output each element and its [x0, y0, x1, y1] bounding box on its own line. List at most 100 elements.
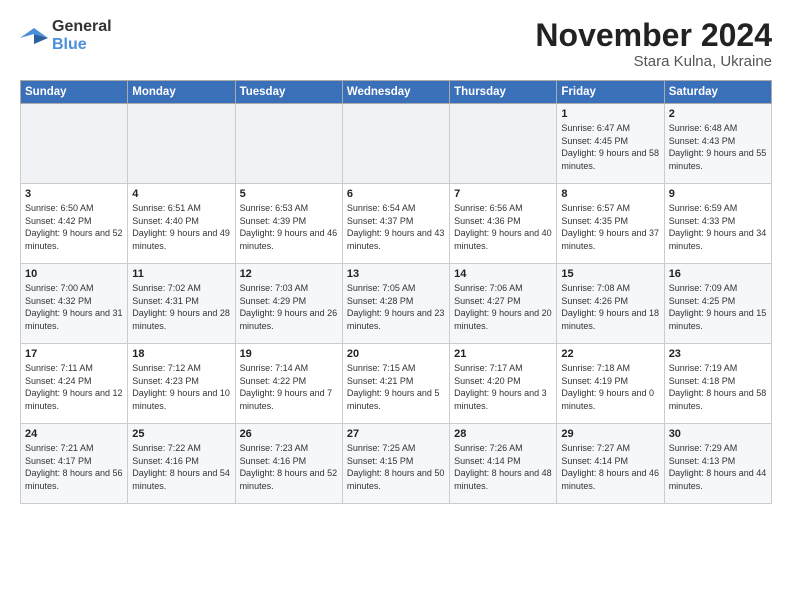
day-number: 17	[25, 348, 123, 360]
calendar-cell: 21 Sunrise: 7:17 AM Sunset: 4:20 PM Dayli…	[450, 344, 557, 424]
header: General Blue November 2024 Stara Kulna, …	[20, 18, 772, 70]
calendar-cell: 20Sunrise: 7:15 AM Sunset: 4:21 PM Dayli…	[342, 344, 449, 424]
day-info: Sunrise: 6:48 AM Sunset: 4:43 PM Dayligh…	[669, 122, 767, 172]
logo: General Blue	[20, 18, 112, 53]
calendar-header: Sunday Monday Tuesday Wednesday Thursday…	[21, 81, 772, 104]
day-info: Sunrise: 6:54 AM Sunset: 4:37 PM Dayligh…	[347, 202, 445, 252]
calendar-week-3: 17 Sunrise: 7:11 AM Sunset: 4:24 PM Dayli…	[21, 344, 772, 424]
day-info: Sunrise: 7:11 AM Sunset: 4:24 PM Dayligh…	[25, 362, 123, 412]
day-info: Sunrise: 7:22 AM Sunset: 4:16 PM Dayligh…	[132, 442, 230, 492]
day-info: Sunrise: 7:23 AM Sunset: 4:16 PM Dayligh…	[240, 442, 338, 492]
header-saturday: Saturday	[664, 81, 771, 104]
day-number: 18	[132, 348, 230, 360]
day-number: 22	[561, 348, 659, 360]
calendar-cell: 17 Sunrise: 7:11 AM Sunset: 4:24 PM Dayli…	[21, 344, 128, 424]
day-info: Sunrise: 7:18 AM Sunset: 4:19 PM Dayligh…	[561, 362, 659, 412]
day-number: 9	[669, 188, 767, 200]
calendar-cell: 2 Sunrise: 6:48 AM Sunset: 4:43 PM Daylig…	[664, 104, 771, 184]
day-number: 27	[347, 428, 445, 440]
day-info: Sunrise: 7:02 AM Sunset: 4:31 PM Dayligh…	[132, 282, 230, 332]
calendar-cell: 8 Sunrise: 6:57 AM Sunset: 4:35 PM Daylig…	[557, 184, 664, 264]
day-number: 8	[561, 188, 659, 200]
day-number: 7	[454, 188, 552, 200]
calendar-cell: 15 Sunrise: 7:08 AM Sunset: 4:26 PM Dayli…	[557, 264, 664, 344]
header-row: Sunday Monday Tuesday Wednesday Thursday…	[21, 81, 772, 104]
calendar-table: Sunday Monday Tuesday Wednesday Thursday…	[20, 80, 772, 504]
day-info: Sunrise: 7:08 AM Sunset: 4:26 PM Dayligh…	[561, 282, 659, 332]
header-wednesday: Wednesday	[342, 81, 449, 104]
calendar-cell	[450, 104, 557, 184]
day-info: Sunrise: 7:29 AM Sunset: 4:13 PM Dayligh…	[669, 442, 767, 492]
day-number: 21	[454, 348, 552, 360]
title-block: November 2024 Stara Kulna, Ukraine	[535, 18, 772, 70]
day-info: Sunrise: 6:51 AM Sunset: 4:40 PM Dayligh…	[132, 202, 230, 252]
calendar-cell: 1Sunrise: 6:47 AM Sunset: 4:45 PM Daylig…	[557, 104, 664, 184]
day-info: Sunrise: 7:27 AM Sunset: 4:14 PM Dayligh…	[561, 442, 659, 492]
logo-general: General	[52, 18, 112, 35]
day-number: 23	[669, 348, 767, 360]
calendar-cell	[342, 104, 449, 184]
calendar-week-0: 1Sunrise: 6:47 AM Sunset: 4:45 PM Daylig…	[21, 104, 772, 184]
calendar-cell: 19Sunrise: 7:14 AM Sunset: 4:22 PM Dayli…	[235, 344, 342, 424]
day-info: Sunrise: 7:19 AM Sunset: 4:18 PM Dayligh…	[669, 362, 767, 412]
calendar-cell: 18Sunrise: 7:12 AM Sunset: 4:23 PM Dayli…	[128, 344, 235, 424]
day-number: 6	[347, 188, 445, 200]
calendar-cell: 23 Sunrise: 7:19 AM Sunset: 4:18 PM Dayli…	[664, 344, 771, 424]
calendar-cell: 11Sunrise: 7:02 AM Sunset: 4:31 PM Dayli…	[128, 264, 235, 344]
calendar-cell: 28Sunrise: 7:26 AM Sunset: 4:14 PM Dayli…	[450, 424, 557, 504]
day-info: Sunrise: 6:50 AM Sunset: 4:42 PM Dayligh…	[25, 202, 123, 252]
day-info: Sunrise: 7:06 AM Sunset: 4:27 PM Dayligh…	[454, 282, 552, 332]
calendar-week-2: 10 Sunrise: 7:00 AM Sunset: 4:32 PM Dayli…	[21, 264, 772, 344]
day-info: Sunrise: 7:09 AM Sunset: 4:25 PM Dayligh…	[669, 282, 767, 332]
logo-blue: Blue	[52, 36, 87, 53]
calendar-cell: 12 Sunrise: 7:03 AM Sunset: 4:29 PM Dayli…	[235, 264, 342, 344]
day-info: Sunrise: 7:25 AM Sunset: 4:15 PM Dayligh…	[347, 442, 445, 492]
day-info: Sunrise: 7:03 AM Sunset: 4:29 PM Dayligh…	[240, 282, 338, 332]
calendar-cell: 13Sunrise: 7:05 AM Sunset: 4:28 PM Dayli…	[342, 264, 449, 344]
calendar-cell: 24Sunrise: 7:21 AM Sunset: 4:17 PM Dayli…	[21, 424, 128, 504]
calendar-cell: 14Sunrise: 7:06 AM Sunset: 4:27 PM Dayli…	[450, 264, 557, 344]
day-number: 25	[132, 428, 230, 440]
calendar-week-4: 24Sunrise: 7:21 AM Sunset: 4:17 PM Dayli…	[21, 424, 772, 504]
day-info: Sunrise: 6:56 AM Sunset: 4:36 PM Dayligh…	[454, 202, 552, 252]
logo-text: General Blue	[52, 18, 112, 53]
day-number: 10	[25, 268, 123, 280]
day-info: Sunrise: 7:00 AM Sunset: 4:32 PM Dayligh…	[25, 282, 123, 332]
page: General Blue November 2024 Stara Kulna, …	[0, 0, 792, 514]
header-monday: Monday	[128, 81, 235, 104]
calendar-cell: 22 Sunrise: 7:18 AM Sunset: 4:19 PM Dayli…	[557, 344, 664, 424]
month-title: November 2024	[535, 18, 772, 53]
day-number: 12	[240, 268, 338, 280]
calendar-cell: 25 Sunrise: 7:22 AM Sunset: 4:16 PM Dayli…	[128, 424, 235, 504]
day-info: Sunrise: 7:14 AM Sunset: 4:22 PM Dayligh…	[240, 362, 338, 412]
day-number: 5	[240, 188, 338, 200]
day-number: 24	[25, 428, 123, 440]
day-number: 1	[561, 108, 659, 120]
day-info: Sunrise: 6:57 AM Sunset: 4:35 PM Dayligh…	[561, 202, 659, 252]
calendar-cell: 7 Sunrise: 6:56 AM Sunset: 4:36 PM Daylig…	[450, 184, 557, 264]
header-sunday: Sunday	[21, 81, 128, 104]
calendar-cell: 27 Sunrise: 7:25 AM Sunset: 4:15 PM Dayli…	[342, 424, 449, 504]
calendar-cell	[128, 104, 235, 184]
day-number: 30	[669, 428, 767, 440]
header-tuesday: Tuesday	[235, 81, 342, 104]
day-number: 15	[561, 268, 659, 280]
calendar-cell: 10 Sunrise: 7:00 AM Sunset: 4:32 PM Dayli…	[21, 264, 128, 344]
calendar-cell: 30 Sunrise: 7:29 AM Sunset: 4:13 PM Dayli…	[664, 424, 771, 504]
calendar-cell	[235, 104, 342, 184]
day-number: 2	[669, 108, 767, 120]
day-number: 26	[240, 428, 338, 440]
header-friday: Friday	[557, 81, 664, 104]
day-number: 13	[347, 268, 445, 280]
day-number: 16	[669, 268, 767, 280]
calendar-cell: 6 Sunrise: 6:54 AM Sunset: 4:37 PM Daylig…	[342, 184, 449, 264]
day-info: Sunrise: 7:17 AM Sunset: 4:20 PM Dayligh…	[454, 362, 552, 412]
day-number: 20	[347, 348, 445, 360]
day-number: 4	[132, 188, 230, 200]
calendar-week-1: 3Sunrise: 6:50 AM Sunset: 4:42 PM Daylig…	[21, 184, 772, 264]
calendar-cell: 9 Sunrise: 6:59 AM Sunset: 4:33 PM Daylig…	[664, 184, 771, 264]
day-info: Sunrise: 6:53 AM Sunset: 4:39 PM Dayligh…	[240, 202, 338, 252]
day-info: Sunrise: 6:59 AM Sunset: 4:33 PM Dayligh…	[669, 202, 767, 252]
calendar-cell: 16 Sunrise: 7:09 AM Sunset: 4:25 PM Dayli…	[664, 264, 771, 344]
calendar-body: 1Sunrise: 6:47 AM Sunset: 4:45 PM Daylig…	[21, 104, 772, 504]
